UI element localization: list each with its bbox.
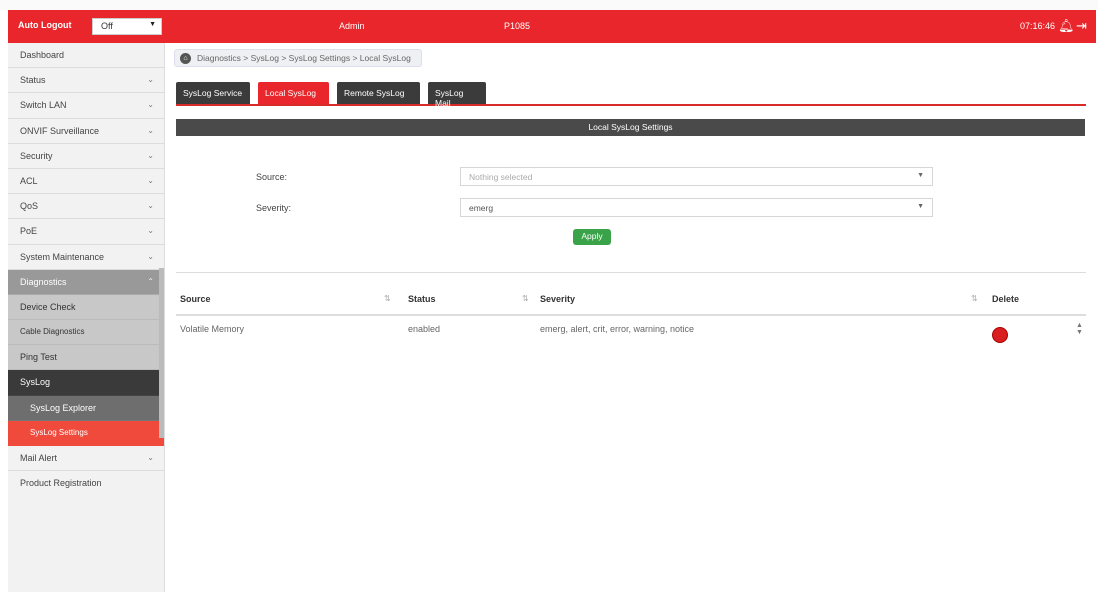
sidebar-item-status[interactable]: Status ⌄	[8, 68, 164, 94]
section-title: Local SysLog Settings	[588, 122, 673, 132]
source-placeholder: Nothing selected	[469, 172, 533, 182]
col-header-delete: Delete	[992, 294, 1020, 304]
chevron-down-icon: ⌄	[147, 251, 154, 261]
user-name: Admin	[339, 21, 365, 31]
auto-logout-label: Auto Logout	[18, 20, 72, 30]
chevron-down-icon: ▼	[917, 172, 924, 179]
sort-icon[interactable]: ⇅	[384, 294, 391, 303]
chevron-down-icon: ⌄	[147, 75, 154, 85]
sidebar-item-label: QoS	[20, 201, 39, 212]
sidebar-item-label: SysLog Settings	[30, 427, 88, 437]
sidebar-item-switch-lan[interactable]: Switch LAN ⌄	[8, 93, 164, 119]
section-title-bar: Local SysLog Settings	[176, 119, 1085, 136]
top-bar: Auto Logout Off ▼ Admin P1085 07:16:46 🔔…	[8, 10, 1096, 43]
source-label: Source:	[256, 172, 288, 182]
sidebar-item-label: ACL	[20, 175, 38, 186]
tab-syslog-service[interactable]: SysLog Service	[176, 82, 250, 104]
tab-syslog-mail[interactable]: SysLog Mail	[428, 82, 486, 108]
sidebar-item-device-check[interactable]: Device Check	[8, 294, 164, 321]
auto-logout-select[interactable]: Off ▼	[92, 18, 162, 35]
sidebar-item-label: Product Registration	[20, 478, 102, 489]
chevron-down-icon: ⌄	[147, 175, 154, 185]
tab-bar: SysLog Service Local SysLog Remote SysLo…	[176, 82, 1086, 108]
sidebar-item-label: Device Check	[20, 301, 76, 312]
chevron-down-icon: ⌄	[147, 125, 154, 135]
sidebar-item-label: Status	[20, 75, 46, 86]
browser-top-strip	[0, 0, 1098, 10]
breadcrumb: ⌂ Diagnostics > SysLog > SysLog Settings…	[174, 49, 422, 67]
delete-button[interactable]	[992, 327, 1008, 343]
sidebar-item-mail-alert[interactable]: Mail Alert ⌄	[8, 446, 164, 472]
sidebar-item-label: ONVIF Surveillance	[20, 125, 100, 136]
sidebar: Dashboard Status ⌄ Switch LAN ⌄ ONVIF Surv…	[8, 43, 165, 592]
severity-select[interactable]: emerg ▼	[460, 198, 933, 217]
sidebar-item-label: System Maintenance	[20, 251, 105, 262]
tab-label: Remote SysLog	[344, 88, 405, 98]
chevron-down-icon: ⌄	[147, 150, 154, 160]
col-header-source[interactable]: Source	[180, 294, 211, 304]
home-icon[interactable]: ⌂	[180, 53, 191, 64]
sidebar-scrollbar[interactable]	[159, 268, 164, 438]
breadcrumb-text: Diagnostics > SysLog > SysLog Settings >…	[197, 53, 411, 63]
main-content: ⌂ Diagnostics > SysLog > SysLog Settings…	[166, 43, 1096, 592]
table-header-divider	[176, 314, 1086, 316]
sidebar-item-diagnostics[interactable]: Diagnostics ⌃	[8, 269, 164, 295]
sidebar-item-syslog-settings[interactable]: SysLog Settings	[8, 420, 164, 446]
apply-button[interactable]: Apply	[573, 229, 611, 245]
device-model: P1085	[504, 21, 531, 31]
cell-severity: emerg, alert, crit, error, warning, noti…	[540, 324, 695, 334]
sidebar-item-label: Security	[20, 150, 53, 161]
tab-local-syslog[interactable]: Local SysLog	[258, 82, 329, 104]
sidebar-item-system-maintenance[interactable]: System Maintenance ⌄	[8, 245, 164, 270]
sidebar-item-label: Diagnostics	[20, 276, 67, 287]
sidebar-item-label: Switch LAN	[20, 100, 67, 111]
auto-logout-value: Off	[101, 21, 113, 31]
tab-label: Local SysLog	[265, 88, 317, 98]
severity-label: Severity:	[256, 203, 292, 213]
chevron-down-icon: ▼	[149, 21, 156, 28]
apply-label: Apply	[581, 231, 603, 241]
sidebar-item-label: Cable Diagnostics	[20, 327, 85, 337]
tab-label: SysLog Service	[183, 88, 243, 98]
chevron-up-icon: ⌃	[147, 276, 154, 286]
chevron-down-icon: ⌄	[147, 226, 154, 236]
sidebar-item-acl[interactable]: ACL ⌄	[8, 169, 164, 195]
chevron-down-icon: ⌄	[147, 201, 154, 211]
sidebar-item-poe[interactable]: PoE ⌄	[8, 219, 164, 245]
tab-remote-syslog[interactable]: Remote SysLog	[337, 82, 420, 104]
sidebar-item-label: SysLog	[20, 377, 51, 388]
cell-source: Volatile Memory	[180, 324, 245, 334]
chevron-down-icon: ⌄	[147, 453, 154, 462]
severity-value: emerg	[469, 203, 494, 213]
divider	[176, 272, 1086, 273]
chevron-down-icon: ⌄	[147, 100, 154, 110]
source-select[interactable]: Nothing selected ▼	[460, 167, 933, 186]
sidebar-item-security[interactable]: Security ⌄	[8, 144, 164, 169]
sidebar-item-cable-diagnostics[interactable]: Cable Diagnostics	[8, 320, 164, 346]
sort-icon[interactable]: ⇅	[971, 294, 978, 303]
sidebar-item-label: SysLog Explorer	[30, 402, 97, 413]
chevron-down-icon: ▼	[917, 203, 924, 210]
sidebar-item-label: Mail Alert	[20, 453, 58, 463]
sidebar-item-onvif[interactable]: ONVIF Surveillance ⌄	[8, 119, 164, 144]
logout-icon[interactable]: ⇥	[1076, 18, 1087, 34]
sort-icon[interactable]: ⇅	[522, 294, 529, 303]
sidebar-item-product-registration[interactable]: Product Registration	[8, 471, 164, 496]
row-scroll-control[interactable]: ▲ ▼	[1076, 322, 1083, 336]
bell-icon[interactable]: 🔔︎	[1058, 18, 1075, 34]
clock-time: 07:16:46	[1020, 21, 1056, 31]
sidebar-item-dashboard[interactable]: Dashboard	[8, 43, 164, 69]
sidebar-item-qos[interactable]: QoS ⌄	[8, 194, 164, 220]
tab-label: SysLog Mail	[435, 88, 464, 108]
sidebar-item-ping-test[interactable]: Ping Test	[8, 345, 164, 371]
col-header-status[interactable]: Status	[408, 294, 436, 304]
cell-status: enabled	[408, 324, 441, 334]
col-header-severity[interactable]: Severity	[540, 294, 575, 304]
sidebar-item-label: PoE	[20, 226, 38, 237]
sidebar-item-syslog-explorer[interactable]: SysLog Explorer	[8, 395, 164, 421]
sidebar-item-label: Dashboard	[20, 50, 65, 60]
sidebar-item-label: Ping Test	[20, 352, 57, 363]
sidebar-item-syslog[interactable]: SysLog	[8, 370, 164, 396]
